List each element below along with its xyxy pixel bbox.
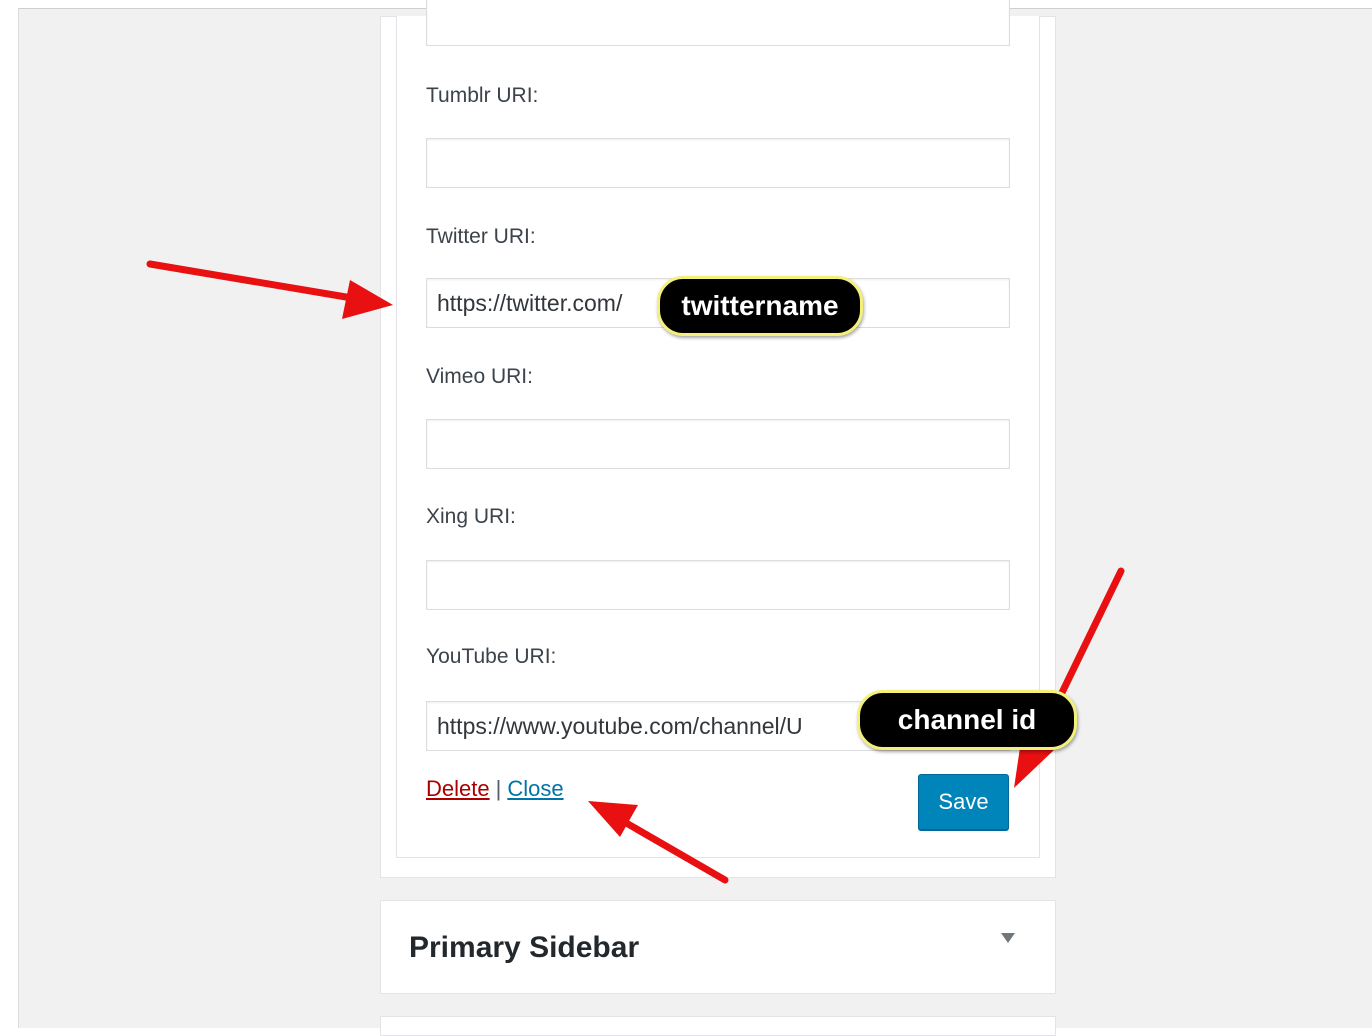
arrow-to-close-link — [588, 801, 729, 884]
arrow-to-save-button — [1014, 567, 1125, 788]
twittername-callout: twittername — [657, 276, 863, 336]
annotation-arrows — [146, 260, 1125, 884]
arrow-to-twitter-field — [146, 260, 393, 319]
channel-id-callout: channel id — [857, 690, 1077, 750]
